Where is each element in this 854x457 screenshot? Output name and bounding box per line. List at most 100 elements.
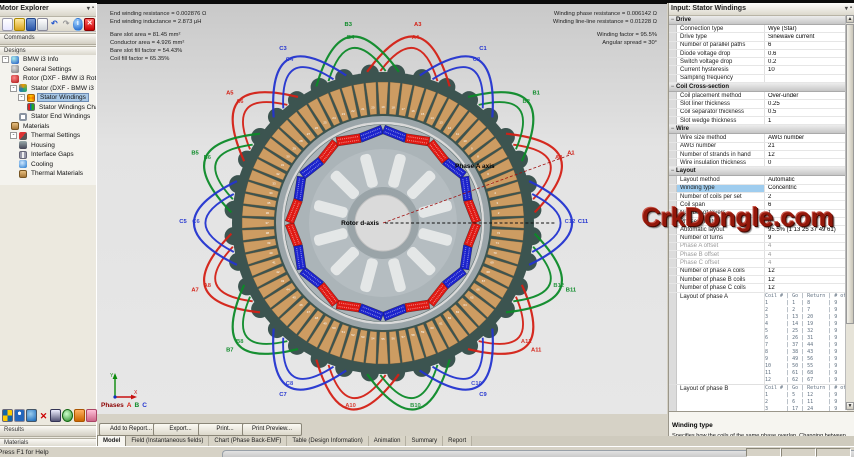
close-icon[interactable]: ✕ [84,17,95,31]
property-row[interactable]: Switch voltage drop 0.2 [669,58,847,67]
property-row[interactable]: Phase A offset 4 [669,242,847,252]
property-value[interactable]: 6 [765,42,847,48]
expand-collapse-icon[interactable]: - [2,56,9,64]
property-row[interactable]: Winding type Concentric [669,184,847,194]
property-value[interactable]: Automatic [765,177,847,183]
collapse-icon[interactable]: − [669,126,676,132]
layout-table[interactable]: Layout of phase B Coil # | Go | Return | … [669,384,847,411]
collapse-icon[interactable]: − [669,168,676,174]
tree-item[interactable]: Thermal Materials [0,169,96,179]
property-row[interactable]: Number of parallel paths 6 [669,41,847,50]
tree-item[interactable]: Materials [0,122,96,132]
layout-table[interactable]: Layout of phase A Coil # | Go | Return | … [669,292,847,385]
property-row[interactable]: Coil separator thickness 0.5 [669,108,847,117]
property-value[interactable]: AWG number [765,135,847,141]
tree-item[interactable]: - Stator (DXF - BMW i3 Stator Tooth) [0,84,96,94]
property-value[interactable]: Concentric [765,185,847,191]
property-row[interactable]: Number of phase C coils 12 [669,284,847,293]
property-value[interactable]: Sinewave current [765,34,847,40]
menu-down-icon[interactable]: ▾ [87,5,90,16]
property-row[interactable]: Coil placement method Over-under [669,92,847,101]
property-row[interactable]: Slot liner thickness 0.25 [669,100,847,109]
property-row[interactable]: Sampling frequency [669,74,847,84]
property-row[interactable]: Slot wedge thickness 1 [669,116,847,126]
tree-item[interactable]: Stator End Windings [0,112,96,122]
property-value[interactable]: 0.6 [765,51,847,57]
tree-item[interactable]: - BMW i3 Info [0,55,96,65]
expand-collapse-icon[interactable]: - [18,94,25,102]
tab-table[interactable]: Table (Design Information) [287,436,369,446]
property-value[interactable]: 4 [765,252,847,258]
tab-model[interactable]: Model [97,435,127,446]
scroll-down-icon[interactable]: ▼ [846,402,854,410]
gear-green-icon[interactable] [62,409,73,422]
open-icon[interactable] [13,17,25,31]
motor-explorer-titlebar[interactable]: Motor Explorer ▾ ▪ [0,3,96,17]
property-row[interactable]: Number of coils per set 2 [669,193,847,202]
property-row[interactable]: Current hysteresis 10 [669,66,847,75]
box-pink-icon[interactable] [86,409,97,422]
tab-summary[interactable]: Summary [406,436,444,446]
undo-icon[interactable]: ↶ [49,18,60,31]
section-header-drive[interactable]: − Drive [669,16,847,25]
tree-item[interactable]: Cooling [0,160,96,170]
tab-animation[interactable]: Animation [368,436,407,446]
monitor-icon[interactable] [50,409,61,422]
section-header-wire[interactable]: − Wire [669,125,847,135]
tree-item[interactable]: Housing [0,141,96,151]
redo-icon[interactable]: ↷ [61,18,72,31]
property-value[interactable]: 0 [765,160,847,166]
property-row[interactable]: Phase B offset 4 [669,251,847,260]
property-value[interactable]: 12 [765,268,847,274]
property-value[interactable]: 0.2 [765,59,847,65]
property-row[interactable]: Number of phase A coils 12 [669,267,847,277]
property-value[interactable]: 0.25 [765,101,847,107]
tree-item[interactable]: Rotor (DXF - BMW i3 Rotor Pole) [0,74,96,84]
property-row[interactable]: Number of phase B coils 12 [669,276,847,285]
box-orange-icon[interactable] [74,409,85,422]
property-row[interactable]: AWG number 21 [669,142,847,151]
expand-collapse-icon[interactable]: - [10,84,17,92]
property-value[interactable]: 4 [765,243,847,249]
globe-gear-icon[interactable] [26,409,37,422]
property-row[interactable]: Phase C offset 4 [669,259,847,268]
results-grid-icon[interactable] [2,409,13,422]
section-header-layout[interactable]: − Layout [669,167,847,177]
property-value[interactable]: 21 [765,143,847,149]
tab-field[interactable]: Field (Instantaneous fields) [126,436,210,446]
property-row[interactable]: Wire size method AWG number [669,134,847,143]
collapse-icon[interactable]: − [669,17,676,23]
property-row[interactable]: Number of turns 9 [669,234,847,243]
property-value[interactable]: 4 [765,260,847,266]
property-value[interactable]: 10 [765,67,847,73]
property-value[interactable]: 2 [765,194,847,200]
user-icon[interactable] [14,409,25,422]
property-value[interactable]: 1 [765,118,847,124]
property-value[interactable]: 12 [765,277,847,283]
property-value[interactable]: Over-under [765,93,847,99]
delete-icon[interactable]: ✕ [38,409,49,422]
tab-report[interactable]: Report [443,436,473,446]
property-value[interactable]: 9 [765,235,847,241]
scrollbar-thumb[interactable] [846,24,854,324]
scroll-up-icon[interactable]: ▲ [846,15,854,23]
commands-bar[interactable]: Commands [0,33,96,45]
property-row[interactable]: Drive type Sinewave current [669,33,847,42]
section-header-coil-cross-section[interactable]: − Coil Cross-section [669,83,847,93]
collapse-icon[interactable]: − [669,84,676,90]
new-icon[interactable] [2,17,13,31]
save-icon[interactable] [25,17,37,31]
property-value[interactable]: Wye (Star) [765,26,847,32]
property-value[interactable]: 12 [765,152,847,158]
property-row[interactable]: Number of strands in hand 12 [669,150,847,160]
tree-item[interactable]: General Settings [0,65,96,75]
property-grid-scrollbar[interactable]: ▲ ▼ [845,15,854,410]
property-value[interactable]: 12 [765,285,847,291]
tree-item[interactable]: - Stator Windings [0,93,96,103]
property-row[interactable]: Layout method Automatic [669,176,847,185]
property-row[interactable]: Wire insulation thickness 0 [669,159,847,168]
tree-item[interactable]: Stator Windings Charts [0,103,96,113]
info-icon[interactable]: i [72,17,84,31]
property-row[interactable]: Connection type Wye (Star) [669,25,847,34]
print-preview-icon[interactable] [37,17,48,31]
